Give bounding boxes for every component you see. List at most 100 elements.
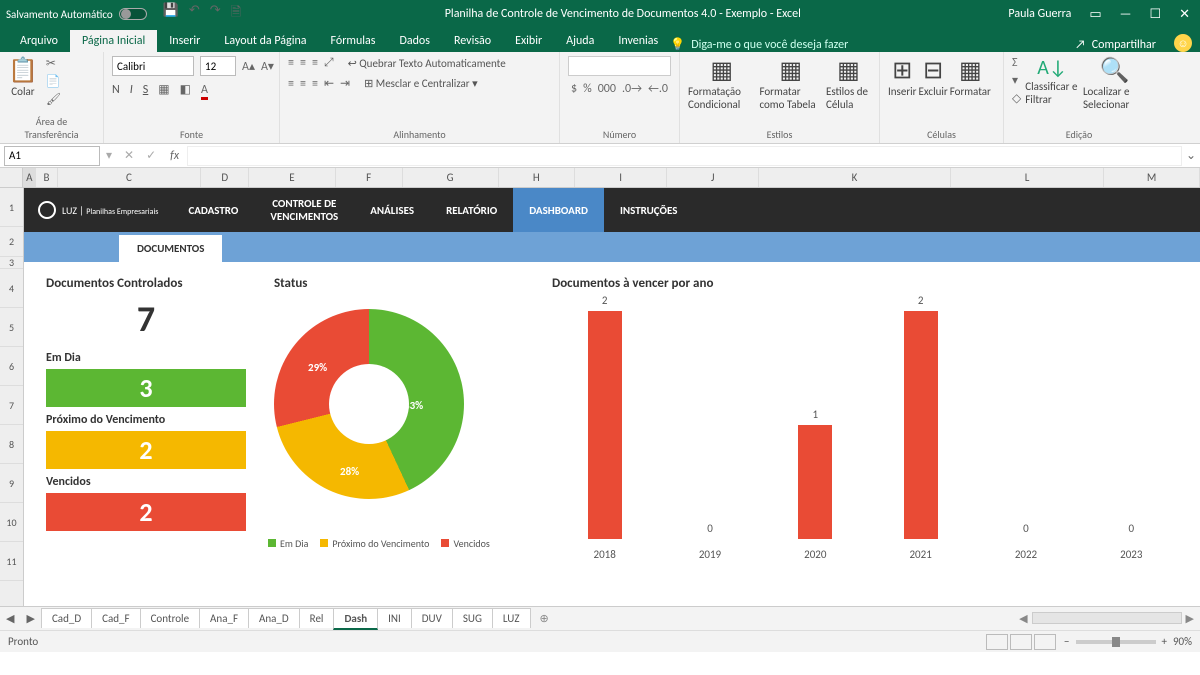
align-center-icon[interactable]: ≡ <box>300 77 306 91</box>
zoom-in-icon[interactable]: + <box>1162 635 1167 648</box>
format-cells-button[interactable]: ▦Formatar <box>950 56 991 98</box>
sheet-tab[interactable]: LUZ <box>492 608 531 628</box>
tab-data[interactable]: Dados <box>387 30 441 52</box>
col-header[interactable]: B <box>36 168 57 187</box>
col-header[interactable]: M <box>1104 168 1200 187</box>
tab-invenias[interactable]: Invenias <box>606 30 670 52</box>
sheet-tab[interactable]: SUG <box>452 608 493 628</box>
cancel-icon[interactable]: ✕ <box>118 148 140 163</box>
sheet-tab[interactable]: Ana_F <box>199 608 249 628</box>
sheet-tab[interactable]: Cad_F <box>91 608 140 628</box>
sheet-tab[interactable]: Ana_D <box>248 608 300 628</box>
col-header[interactable]: A <box>23 168 36 187</box>
tab-scroll-right-icon[interactable]: ▶ <box>20 612 40 625</box>
zoom-slider[interactable] <box>1076 640 1156 644</box>
save-icon[interactable]: 💾 <box>163 3 179 25</box>
name-box[interactable] <box>4 146 100 166</box>
tab-insert[interactable]: Inserir <box>157 30 212 52</box>
sheet-tab[interactable]: Rel <box>299 608 335 628</box>
undo-icon[interactable]: ↶ <box>189 3 200 25</box>
tab-scroll-left-icon[interactable]: ◀ <box>0 612 20 625</box>
tab-help[interactable]: Ajuda <box>554 30 606 52</box>
dec-decimal-icon[interactable]: ←.0 <box>648 82 668 96</box>
indent-inc-icon[interactable]: ⇥ <box>340 76 350 91</box>
col-header[interactable]: K <box>759 168 951 187</box>
minimize-icon[interactable]: — <box>1120 7 1132 22</box>
fill-icon[interactable]: ▾ <box>1012 73 1021 88</box>
clear-icon[interactable]: ◇ <box>1012 91 1021 106</box>
tell-me-search[interactable]: 💡 Diga-me o que você deseja fazer <box>670 37 848 52</box>
underline-button[interactable]: S <box>143 83 149 97</box>
row-header[interactable]: 2 <box>0 227 23 257</box>
nav-cadastro[interactable]: CADASTRO <box>172 188 254 232</box>
view-pagelayout-icon[interactable] <box>1010 634 1032 650</box>
sheet-tab[interactable]: INI <box>377 608 412 628</box>
view-normal-icon[interactable] <box>986 634 1008 650</box>
scroll-right-icon[interactable]: ▶ <box>1186 612 1194 625</box>
insert-cells-button[interactable]: ⊞Inserir <box>888 56 917 98</box>
cut-icon[interactable]: ✂ <box>46 56 61 71</box>
delete-cells-button[interactable]: ⊟Excluir <box>919 56 948 98</box>
nav-analises[interactable]: ANÁLISES <box>354 188 430 232</box>
fill-color-icon[interactable]: ◧ <box>180 82 191 97</box>
bold-button[interactable]: N <box>112 83 120 97</box>
percent-icon[interactable]: % <box>583 82 592 96</box>
orientation-icon[interactable]: ⤢ <box>324 56 334 70</box>
nav-instrucoes[interactable]: INSTRUÇÕES <box>604 188 693 232</box>
autosum-icon[interactable]: Σ <box>1012 56 1021 70</box>
select-all-cell[interactable] <box>0 168 23 187</box>
align-middle-icon[interactable]: ≡ <box>300 56 306 70</box>
cond-format-button[interactable]: ▦Formatação Condicional <box>688 56 755 111</box>
row-header[interactable]: 1 <box>0 188 23 227</box>
paste-button[interactable]: 📋Colar <box>8 56 38 98</box>
autosave-toggle[interactable]: Salvamento Automático <box>6 8 147 21</box>
formula-input[interactable] <box>187 146 1182 166</box>
quickprint-icon[interactable]: 🗎 <box>231 3 241 25</box>
col-header[interactable]: C <box>58 168 202 187</box>
align-bottom-icon[interactable]: ≡ <box>312 56 318 70</box>
align-left-icon[interactable]: ≡ <box>288 77 294 91</box>
find-select-button[interactable]: 🔍Localizar e Selecionar <box>1083 56 1146 111</box>
border-icon[interactable]: ▦ <box>158 82 169 97</box>
format-table-button[interactable]: ▦Formatar como Tabela <box>759 56 822 111</box>
row-header[interactable]: 3 <box>0 257 23 269</box>
row-header[interactable]: 4 <box>0 269 23 308</box>
currency-icon[interactable]: $ <box>571 82 577 96</box>
h-scrollbar[interactable] <box>1032 612 1182 624</box>
ribbon-options-icon[interactable]: ▭ <box>1089 7 1101 22</box>
sort-filter-button[interactable]: A↓Classificar e Filtrar <box>1025 56 1079 106</box>
col-header[interactable]: I <box>575 168 667 187</box>
col-header[interactable]: G <box>403 168 499 187</box>
feedback-icon[interactable]: ☺ <box>1174 34 1192 52</box>
row-header[interactable]: 11 <box>0 542 23 581</box>
wrap-text-button[interactable]: ↩ Quebrar Texto Automaticamente <box>348 57 506 70</box>
expand-formula-icon[interactable]: ⌄ <box>1182 148 1200 163</box>
subtab-documentos[interactable]: DOCUMENTOS <box>119 235 222 262</box>
new-sheet-button[interactable]: ⊕ <box>530 609 559 628</box>
nav-controle[interactable]: CONTROLE DEVENCIMENTOS <box>254 188 354 232</box>
tab-file[interactable]: Arquivo <box>8 30 70 52</box>
italic-button[interactable]: I <box>130 83 133 97</box>
row-header[interactable]: 9 <box>0 464 23 503</box>
align-right-icon[interactable]: ≡ <box>312 77 318 91</box>
row-header[interactable]: 7 <box>0 386 23 425</box>
user-name[interactable]: Paula Guerra <box>1008 7 1071 21</box>
zoom-level[interactable]: 90% <box>1173 635 1192 648</box>
increase-font-icon[interactable]: A▴ <box>242 59 255 74</box>
tab-formulas[interactable]: Fórmulas <box>319 30 388 52</box>
sheet-tab[interactable]: Dash <box>333 608 378 630</box>
sheet-tab[interactable]: Cad_D <box>41 608 92 628</box>
maximize-icon[interactable]: ☐ <box>1149 7 1161 22</box>
font-name-input[interactable] <box>112 56 194 76</box>
col-header[interactable]: D <box>201 168 249 187</box>
row-header[interactable]: 5 <box>0 308 23 347</box>
align-top-icon[interactable]: ≡ <box>288 56 294 70</box>
tab-home[interactable]: Página Inicial <box>70 30 157 52</box>
share-button[interactable]: ↗ Compartilhar <box>1065 38 1166 52</box>
close-icon[interactable]: ✕ <box>1179 7 1190 22</box>
indent-dec-icon[interactable]: ⇤ <box>324 76 334 91</box>
col-header[interactable]: L <box>951 168 1104 187</box>
comma-icon[interactable]: 000 <box>598 82 616 96</box>
decrease-font-icon[interactable]: A▾ <box>261 59 274 74</box>
col-header[interactable]: J <box>667 168 759 187</box>
